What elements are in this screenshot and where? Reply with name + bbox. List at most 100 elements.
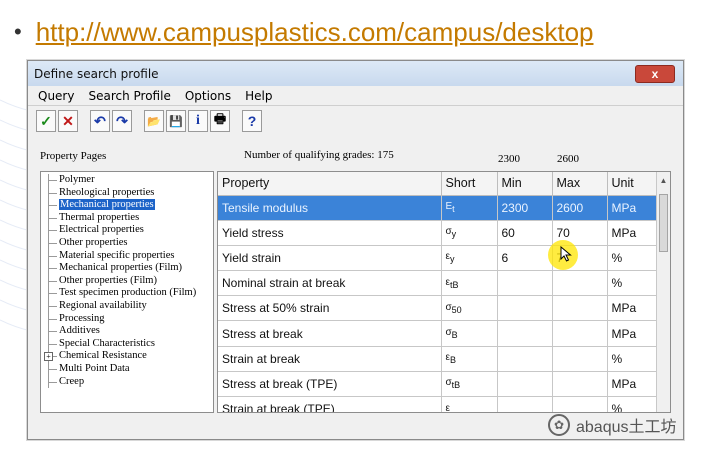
cancel-icon[interactable]: ✕ bbox=[58, 110, 78, 132]
cell-max[interactable] bbox=[552, 396, 608, 412]
cell-max[interactable] bbox=[552, 320, 608, 347]
tree-item[interactable]: Creep bbox=[43, 375, 213, 389]
tree-item[interactable]: Material specific properties bbox=[43, 249, 213, 263]
tree-item[interactable]: Polymer bbox=[43, 174, 213, 187]
column-header-property[interactable]: Property bbox=[218, 172, 442, 196]
tree-item-label: Chemical Resistance bbox=[59, 350, 147, 362]
campus-link[interactable]: http://www.campusplastics.com/campus/des… bbox=[36, 17, 594, 48]
table-row[interactable]: Yield stress σy 60 70 MPa bbox=[218, 220, 659, 246]
scrollbar-thumb[interactable] bbox=[659, 194, 668, 252]
cell-unit: MPa bbox=[607, 195, 659, 221]
tree-item[interactable]: Electrical properties bbox=[43, 224, 213, 237]
tree-item[interactable]: Regional availability bbox=[43, 299, 213, 313]
cell-property: Stress at break (TPE) bbox=[218, 371, 442, 398]
cell-short: εy bbox=[441, 245, 498, 272]
tree-item[interactable]: Other properties bbox=[43, 236, 213, 250]
cell-property: Yield stress bbox=[218, 220, 442, 246]
save-icon[interactable]: 💾 bbox=[166, 110, 186, 132]
cell-property: Nominal strain at break bbox=[218, 270, 442, 297]
table-row[interactable]: Tensile modulus Et 2300 2600 MPa bbox=[218, 195, 659, 221]
tree-item[interactable]: Additives bbox=[43, 325, 213, 338]
cell-min[interactable]: 2300 bbox=[497, 195, 553, 221]
watermark: ✿ abaqus土工坊 bbox=[548, 413, 677, 437]
print-icon[interactable]: 🖶 bbox=[210, 110, 230, 132]
table-row[interactable]: Stress at 50% strain σ50 MPa bbox=[218, 295, 659, 322]
tree-item-label: Mechanical properties (Film) bbox=[59, 262, 183, 274]
table-row[interactable]: Stress at break σB MPa bbox=[218, 320, 659, 347]
bullet-dot: • bbox=[14, 19, 22, 44]
cell-min[interactable] bbox=[497, 396, 553, 412]
table-header-row: Property Short Min Max Unit bbox=[218, 172, 659, 196]
tree-item[interactable]: Rheological properties bbox=[43, 186, 213, 200]
tree-item[interactable]: Mechanical properties (Film) bbox=[43, 262, 213, 275]
table-row[interactable]: Strain at break (TPE) ε% bbox=[218, 396, 659, 412]
property-pages-label: Property Pages bbox=[40, 150, 107, 162]
cell-min[interactable]: 6 bbox=[497, 245, 553, 272]
cell-max[interactable]: 2600 bbox=[552, 195, 608, 221]
tree-item[interactable]: + Chemical Resistance bbox=[43, 350, 213, 363]
cell-min[interactable] bbox=[497, 346, 553, 372]
column-header-unit[interactable]: Unit bbox=[607, 172, 659, 196]
help-icon[interactable]: ? bbox=[242, 110, 262, 132]
open-folder-icon[interactable]: 📂 bbox=[144, 110, 164, 132]
column-header-max[interactable]: Max bbox=[552, 172, 608, 196]
tree-item-label: Other properties bbox=[59, 236, 128, 248]
qualifying-grades-count: 175 bbox=[377, 149, 394, 161]
cell-min[interactable] bbox=[497, 320, 553, 347]
redo-icon[interactable]: ↷ bbox=[112, 110, 132, 132]
scroll-up-icon[interactable]: ▲ bbox=[657, 172, 670, 188]
cell-property: Strain at break (TPE) bbox=[218, 396, 442, 412]
table-row[interactable]: Nominal strain at break εtB% bbox=[218, 270, 659, 297]
column-header-min[interactable]: Min bbox=[497, 172, 553, 196]
cell-min[interactable] bbox=[497, 270, 553, 297]
cell-property: Yield strain bbox=[218, 245, 442, 272]
slide-bullet: • http://www.campusplastics.com/campus/d… bbox=[14, 14, 593, 50]
mouse-cursor-icon bbox=[560, 246, 572, 262]
short-subscript: 50 bbox=[451, 304, 462, 315]
table-row[interactable]: Yield strainεy67% bbox=[218, 245, 659, 272]
tree-item[interactable]: Test specimen production (Film) bbox=[43, 287, 213, 300]
cell-short: σB bbox=[441, 320, 498, 347]
short-subscript: B bbox=[451, 330, 458, 341]
cell-max[interactable] bbox=[552, 295, 608, 322]
tree-item[interactable]: Multi Point Data bbox=[43, 362, 213, 376]
expand-plus-icon[interactable]: + bbox=[44, 352, 53, 362]
undo-icon[interactable]: ↶ bbox=[90, 110, 110, 132]
qualifying-grades-text: Number of qualifying grades: bbox=[244, 149, 375, 161]
tree-item-label: Material specific properties bbox=[59, 249, 175, 261]
cell-property: Stress at break bbox=[218, 320, 442, 347]
tree-item-label: Rheological properties bbox=[59, 186, 155, 198]
cell-short: σy bbox=[441, 220, 498, 246]
short-subscript: tB bbox=[449, 279, 459, 290]
tree-item[interactable]: Special Characteristics bbox=[43, 337, 213, 351]
short-subscript: tB bbox=[451, 380, 461, 391]
tree-item[interactable]: Processing bbox=[43, 312, 213, 326]
menu-options[interactable]: Options bbox=[179, 89, 239, 103]
tree-item[interactable]: Mechanical properties bbox=[43, 199, 213, 212]
cell-min[interactable]: 60 bbox=[497, 220, 553, 246]
tree-item[interactable]: Thermal properties bbox=[43, 211, 213, 225]
property-pages-tree[interactable]: Polymer Rheological properties Mechanical … bbox=[40, 171, 214, 413]
info-icon[interactable]: i bbox=[188, 110, 208, 132]
check-icon[interactable]: ✓ bbox=[36, 110, 56, 132]
table-row[interactable]: Strain at break εB% bbox=[218, 346, 659, 372]
column-header-short[interactable]: Short bbox=[441, 172, 498, 196]
cell-max[interactable] bbox=[552, 371, 608, 398]
cell-max[interactable] bbox=[552, 270, 608, 297]
menu-search-profile[interactable]: Search Profile bbox=[82, 89, 178, 103]
max-filter-value: 2600 bbox=[557, 153, 579, 165]
menu-query[interactable]: Query bbox=[32, 89, 82, 103]
tree-item[interactable]: Other properties (Film) bbox=[43, 274, 213, 288]
cell-min[interactable] bbox=[497, 371, 553, 398]
cell-max[interactable] bbox=[552, 346, 608, 372]
cell-short: εtB bbox=[441, 270, 498, 297]
cell-unit: MPa bbox=[607, 320, 659, 347]
cell-property: Strain at break bbox=[218, 346, 442, 372]
close-button[interactable]: x bbox=[635, 64, 675, 83]
table-scrollbar[interactable]: ▲ bbox=[656, 172, 670, 412]
tree-item-label: Additives bbox=[59, 325, 100, 337]
menu-help[interactable]: Help bbox=[239, 89, 280, 103]
table-row[interactable]: Stress at break (TPE) σtB MPa bbox=[218, 371, 659, 398]
short-subscript: B bbox=[449, 355, 456, 366]
cell-min[interactable] bbox=[497, 295, 553, 322]
